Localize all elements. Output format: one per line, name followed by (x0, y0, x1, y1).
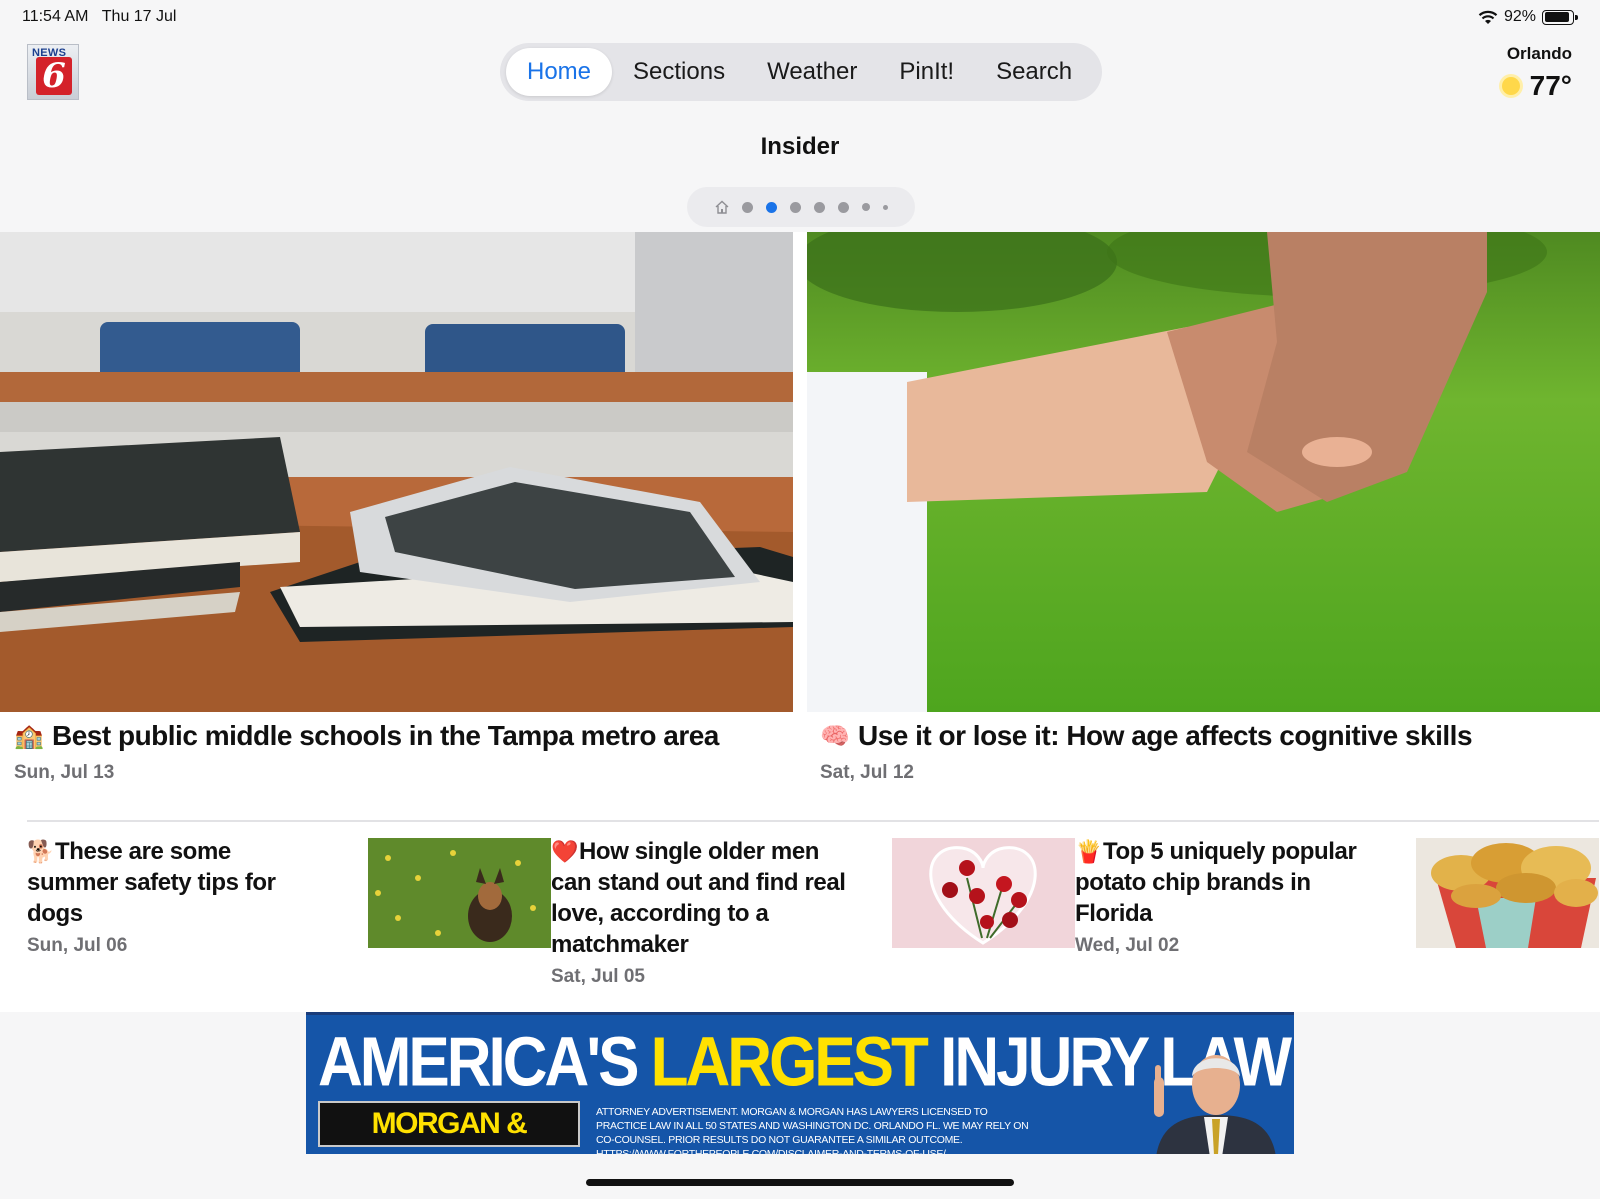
sun-icon (1501, 77, 1520, 95)
story-title: 🍟Top 5 uniquely popular potato chip bran… (1075, 838, 1357, 927)
brain-icon: 🧠 (820, 722, 850, 750)
hero-story-date: Sun, Jul 13 (14, 762, 115, 783)
story-thumbnail-roses[interactable] (892, 838, 1075, 948)
story-date: Wed, Jul 02 (1075, 935, 1180, 956)
page-dot[interactable] (741, 201, 753, 213)
home-icon[interactable] (715, 200, 729, 214)
ad-fine-print: ATTORNEY ADVERTISEMENT. MORGAN & MORGAN … (596, 1106, 1029, 1154)
ad-attorney-photo (1154, 1055, 1276, 1154)
home-indicator[interactable] (586, 1179, 1014, 1186)
main-nav: Home Sections Weather PinIt! Search (500, 43, 1102, 101)
story-thumbnail-dog[interactable] (368, 838, 551, 948)
page-dot[interactable] (861, 203, 870, 211)
news6-logo[interactable]: NEWS 6 (27, 44, 79, 100)
hero-story-schools[interactable]: 🏫 Best public middle schools in the Tampa… (14, 720, 719, 784)
story-feed: 🏫 Best public middle schools in the Tampa… (0, 232, 1600, 1012)
status-right: 92% (1478, 8, 1578, 26)
story-title: 🐕These are some summer safety tips for d… (27, 838, 276, 927)
school-icon: 🏫 (14, 722, 44, 750)
logo-number: 6 (36, 57, 72, 95)
battery-icon (1542, 9, 1578, 25)
tab-sections[interactable]: Sections (612, 48, 746, 96)
story-card-dogs[interactable]: 🐕These are some summer safety tips for d… (27, 820, 551, 980)
page-dot[interactable] (882, 204, 888, 210)
tab-pinit[interactable]: PinIt! (878, 48, 975, 96)
page-dot[interactable] (837, 201, 849, 213)
wifi-icon (1478, 10, 1498, 24)
story-thumbnail-chips[interactable] (1416, 838, 1599, 948)
dog-icon: 🐕 (27, 839, 54, 864)
fries-icon: 🍟 (1075, 839, 1102, 864)
weather-city: Orlando (1506, 44, 1572, 63)
story-card-chips[interactable]: 🍟Top 5 uniquely popular potato chip bran… (1075, 820, 1599, 980)
weather-temp: 77° (1529, 70, 1572, 101)
story-date: Sat, Jul 05 (551, 966, 645, 987)
tab-home[interactable]: Home (506, 48, 613, 96)
hero-story-title[interactable]: Best public middle schools in the Tampa … (52, 720, 719, 752)
hero-story-date: Sat, Jul 12 (820, 762, 914, 783)
tab-weather[interactable]: Weather (746, 48, 878, 96)
ad-firm-name: MORGAN & MORGAN (318, 1101, 580, 1154)
story-card-love[interactable]: ❤️How single older men can stand out and… (551, 820, 1075, 987)
tab-search[interactable]: Search (975, 48, 1093, 96)
hero-image-schools[interactable] (0, 232, 793, 712)
status-bar: 11:54 AM Thu 17 Jul 92% (0, 0, 1600, 36)
ad-morgan-and-morgan[interactable]: AMERICA'S LARGEST INJURY LAW FIRM MORGAN… (306, 1012, 1294, 1154)
page-dot[interactable] (813, 201, 825, 213)
story-title: ❤️How single older men can stand out and… (551, 838, 846, 958)
battery-percent: 92% (1503, 8, 1536, 25)
story-date: Sun, Jul 06 (27, 935, 128, 956)
page-dot-active[interactable] (765, 201, 777, 213)
hero-story-cognitive[interactable]: 🧠 Use it or lose it: How age affects cogn… (820, 720, 1473, 784)
hero-image-cognitive[interactable] (807, 232, 1600, 712)
status-time: 11:54 AM Thu 17 Jul (22, 8, 177, 25)
ad-banner[interactable]: AMERICA'S LARGEST INJURY LAW FIRM MORGAN… (306, 1012, 1294, 1154)
page-dot[interactable] (789, 201, 801, 213)
hero-story-title[interactable]: Use it or lose it: How age affects cogni… (858, 720, 1473, 752)
page-indicator[interactable] (687, 187, 915, 227)
heart-icon: ❤️ (551, 839, 578, 864)
weather-widget[interactable]: Orlando 77° (1501, 44, 1572, 102)
page-title: Insider (760, 133, 840, 160)
